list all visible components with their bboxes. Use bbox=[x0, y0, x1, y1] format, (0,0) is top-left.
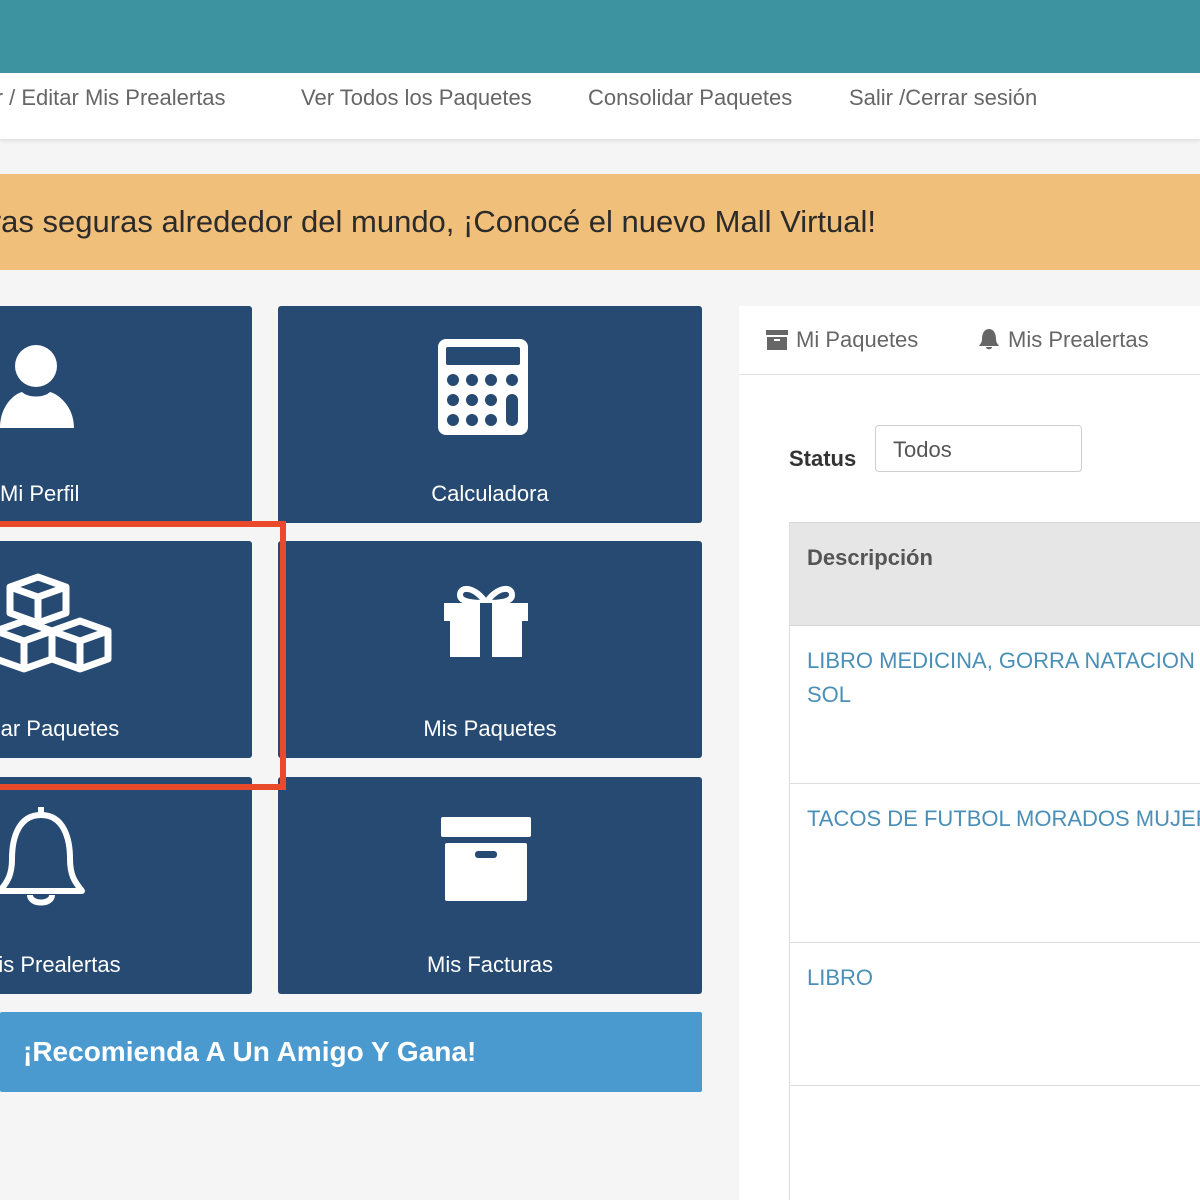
package-description-link[interactable]: TACOS DE FUTBOL MORADOS MUJER bbox=[807, 802, 1200, 836]
calculator-icon bbox=[438, 339, 528, 435]
main-navbar: Ver / Editar Mis Prealertas Ver Todos lo… bbox=[0, 73, 1200, 140]
tile-mis-facturas[interactable]: Mis Facturas bbox=[278, 777, 702, 994]
promo-text: ¡Recomienda A Un Amigo Y Gana! bbox=[23, 1036, 477, 1067]
package-description-link[interactable]: LIBRO MEDICINA, GORRA NATACION SOL bbox=[807, 644, 1200, 712]
tile-label: Calculadora bbox=[431, 481, 549, 506]
tile-label: Mis Facturas bbox=[427, 952, 553, 977]
tile-label: Mis Paquetes bbox=[423, 716, 557, 741]
tile-mi-perfil[interactable]: Mi Perfil bbox=[0, 306, 252, 523]
tab-label: Mi Paquetes bbox=[796, 327, 919, 352]
tile-label: Mis Prealertas bbox=[0, 952, 121, 977]
tile-consolidar-paquetes[interactable]: Consolidar Paquetes bbox=[0, 541, 252, 758]
nav-link-all-packages[interactable]: Ver Todos los Paquetes bbox=[301, 73, 532, 123]
bell-icon bbox=[0, 807, 85, 906]
panel-tabs: Mi Paquetes Mis Prealertas bbox=[739, 306, 1200, 375]
table-row: TACOS DE FUTBOL MORADOS MUJER bbox=[790, 784, 1200, 943]
status-select[interactable]: Todos bbox=[875, 425, 1082, 472]
nav-link-prealertas[interactable]: Ver / Editar Mis Prealertas bbox=[0, 73, 226, 123]
gift-icon bbox=[444, 585, 528, 659]
announcement-banner[interactable]: Compras seguras alrededor del mundo, ¡Co… bbox=[0, 174, 1200, 270]
referral-promo-button[interactable]: ¡Recomienda A Un Amigo Y Gana! bbox=[0, 1012, 702, 1092]
table-header: Descripción bbox=[790, 522, 1200, 626]
tile-label: Consolidar Paquetes bbox=[0, 716, 120, 741]
tab-mi-paquetes[interactable]: Mi Paquetes bbox=[766, 306, 918, 374]
user-icon bbox=[0, 345, 74, 428]
tile-label: Mi Perfil bbox=[0, 481, 80, 506]
table-row: LIBRO bbox=[790, 943, 1200, 1086]
tab-label: Mis Prealertas bbox=[1008, 327, 1149, 352]
status-label: Status bbox=[789, 446, 857, 471]
tile-calculadora[interactable]: Calculadora bbox=[278, 306, 702, 523]
packages-table: Descripción LIBRO MEDICINA, GORRA NATACI… bbox=[789, 522, 1200, 1200]
banner-text: Compras seguras alrededor del mundo, ¡Co… bbox=[0, 204, 876, 239]
archive-icon bbox=[766, 330, 788, 350]
tab-mis-prealertas[interactable]: Mis Prealertas bbox=[978, 306, 1149, 374]
nav-link-logout[interactable]: Salir /Cerrar sesión bbox=[849, 73, 1037, 123]
package-description-link[interactable]: LIBRO bbox=[807, 961, 1200, 995]
bell-icon bbox=[979, 329, 999, 350]
column-header-descripcion: Descripción bbox=[807, 545, 933, 570]
table-row: LIBRO MEDICINA, GORRA NATACION SOL bbox=[790, 626, 1200, 784]
nav-link-consolidate[interactable]: Consolidar Paquetes bbox=[588, 73, 792, 123]
top-header-bar bbox=[0, 0, 1200, 73]
tile-mis-paquetes[interactable]: Mis Paquetes bbox=[278, 541, 702, 758]
cubes-icon bbox=[0, 573, 112, 673]
packages-panel: Mi Paquetes Mis Prealertas Status Todos … bbox=[739, 306, 1200, 1200]
tile-mis-prealertas[interactable]: Mis Prealertas bbox=[0, 777, 252, 994]
archive-box-icon bbox=[441, 817, 531, 901]
